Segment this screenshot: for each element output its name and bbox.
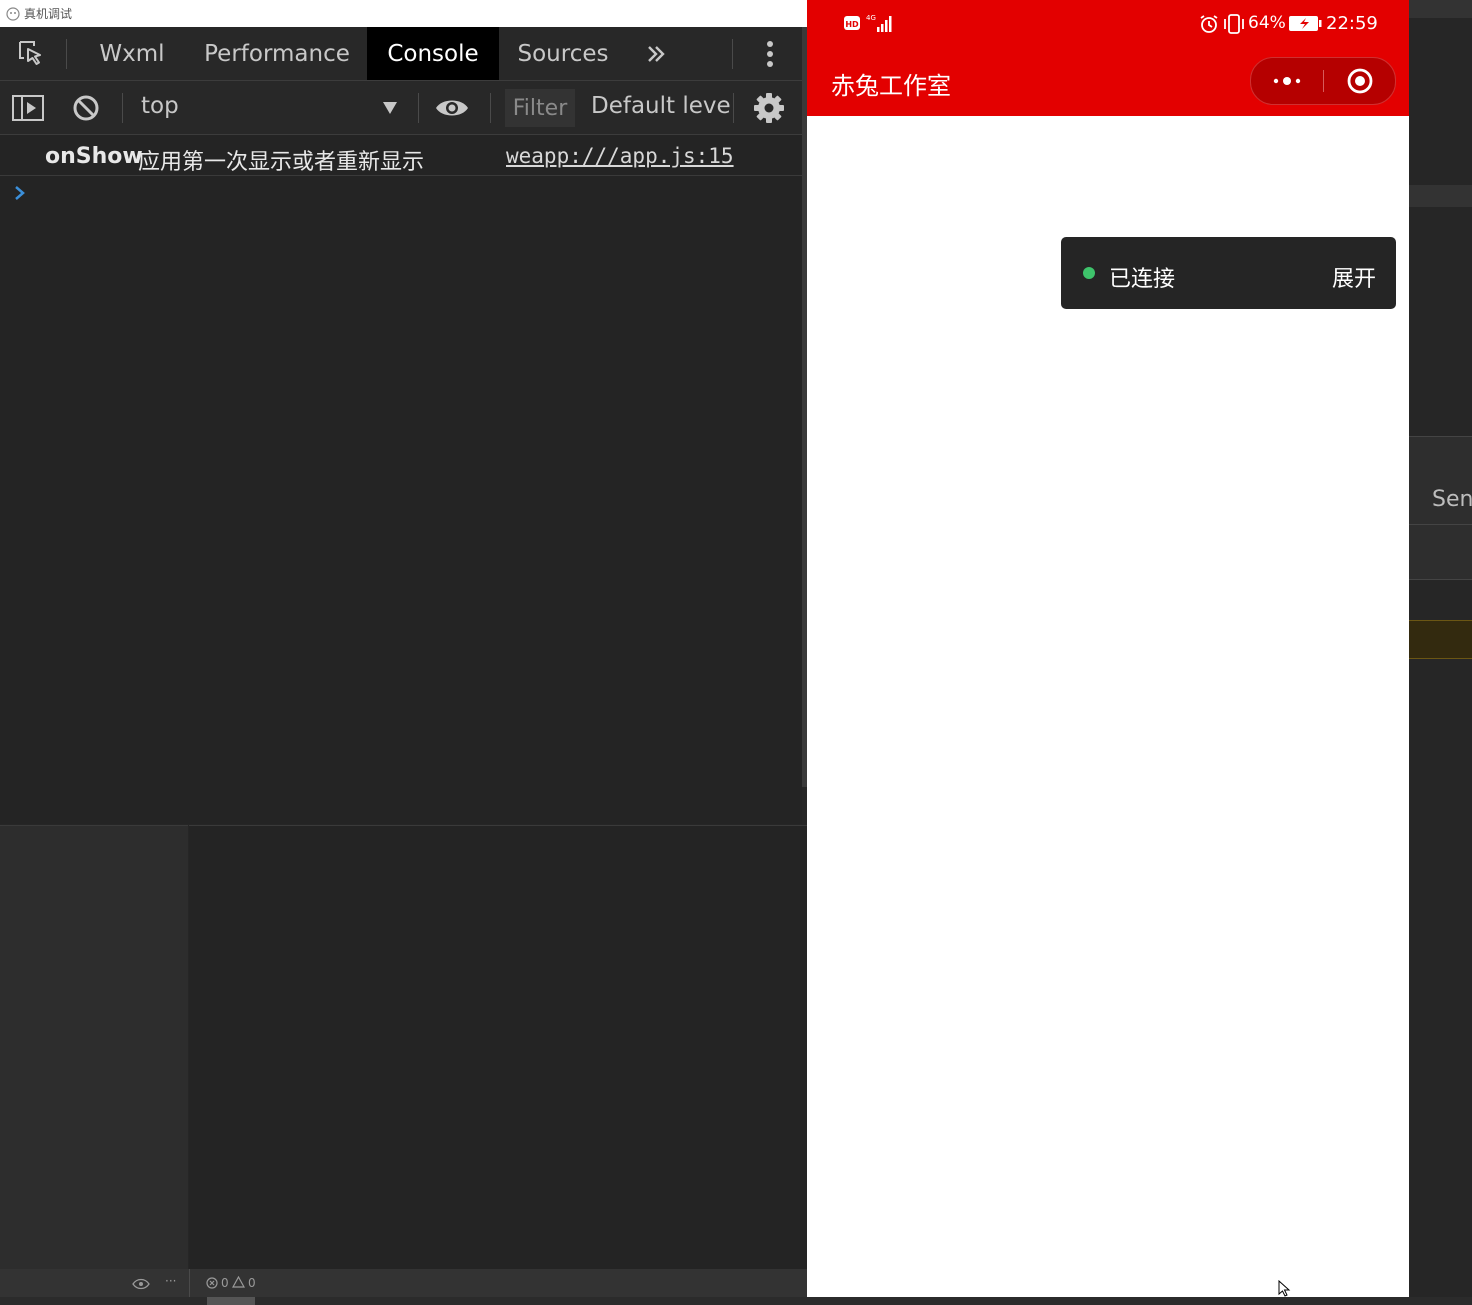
gear-icon [754, 93, 784, 123]
expand-button[interactable]: 展开 [1332, 261, 1376, 293]
error-count: 0 [221, 1276, 229, 1290]
filter-input[interactable]: Filter [505, 89, 575, 127]
warning-count: 0 [248, 1276, 256, 1290]
lower-left-panel [0, 825, 188, 1270]
more-tabs-button[interactable] [632, 27, 680, 80]
console-toolbar: top Filter Default leve [0, 81, 802, 135]
hd-icon: HD [844, 16, 860, 30]
right-panel-label[interactable]: Sen [1432, 487, 1472, 512]
live-expression-button[interactable] [434, 95, 470, 125]
context-selector[interactable]: top [130, 81, 410, 134]
capsule-close-button[interactable] [1324, 58, 1395, 104]
right-panel-divider [1409, 524, 1472, 525]
eye-icon [436, 100, 468, 116]
target-close-icon [1347, 68, 1373, 94]
vibrate-icon [1224, 14, 1244, 34]
capsule-menu [1250, 57, 1396, 105]
toolbar-divider [733, 93, 734, 123]
right-side-panel: Sen [1409, 0, 1472, 1297]
horizontal-scrollbar[interactable] [0, 1297, 1472, 1305]
context-value: top [141, 93, 179, 119]
console-prompt[interactable] [14, 182, 26, 207]
toolbar-divider [418, 93, 419, 123]
phone-status-bar: HD 4G 64% 22:59 [807, 0, 1409, 48]
tab-sources[interactable]: Sources [504, 27, 622, 80]
log-message: 应用第一次显示或者重新显示 [138, 150, 425, 175]
page-title: 赤兔工作室 [831, 72, 951, 100]
error-icon [206, 1277, 218, 1289]
log-method: onShow [45, 144, 143, 169]
svg-text:HD: HD [845, 20, 859, 29]
log-level-selector[interactable]: Default leve [591, 93, 731, 119]
console-log-entry: onShow 应用第一次显示或者重新显示 weapp:///app.js:15 [0, 135, 802, 176]
phone-preview: HD 4G 64% 22:59 赤兔工作室 已连接 展开 [807, 0, 1409, 1297]
tab-divider [66, 39, 67, 69]
double-chevron-right-icon [648, 45, 665, 62]
app-icon [6, 6, 20, 21]
scrollbar-thumb[interactable] [207, 1297, 255, 1305]
toolbar-divider [490, 93, 491, 123]
status-bar: ··· 0 0 [0, 1269, 807, 1297]
right-panel-bar [1409, 185, 1472, 207]
console-settings-button[interactable] [753, 92, 785, 128]
sidebar-toggle-icon [12, 95, 44, 121]
status-divider [189, 1269, 190, 1297]
capsule-more-button[interactable] [1251, 58, 1323, 104]
inspect-element-button[interactable] [0, 27, 62, 80]
dropdown-arrow-icon [383, 102, 397, 114]
window-title-bar: 真机调试 [0, 0, 807, 27]
clear-console-button[interactable] [72, 94, 100, 126]
alarm-icon [1200, 15, 1218, 33]
tab-divider [732, 39, 733, 69]
devtools-panel: Wxml Performance Console Sources top Fil… [0, 27, 802, 824]
mini-program-nav-bar: 赤兔工作室 [807, 48, 1409, 116]
connection-status-dot [1083, 267, 1095, 279]
signal-icon: 4G [866, 14, 892, 32]
window-title: 真机调试 [24, 7, 73, 21]
more-icon[interactable]: ··· [165, 1274, 176, 1288]
battery-percent: 64% [1248, 13, 1286, 33]
vertical-dots-icon [767, 40, 773, 67]
debug-connection-toast: 已连接 展开 [1061, 237, 1396, 309]
tab-console[interactable]: Console [367, 27, 499, 80]
lower-right-panel [189, 825, 807, 1270]
right-panel-highlight [1409, 620, 1472, 659]
tab-wxml[interactable]: Wxml [82, 27, 182, 80]
mouse-cursor-icon [1278, 1280, 1291, 1297]
block-icon [73, 95, 99, 121]
network-type: 4G [866, 14, 876, 22]
warning-icon [232, 1276, 245, 1288]
eye-icon[interactable] [132, 1278, 150, 1290]
right-panel-header [1409, 0, 1472, 18]
prompt-chevron-icon [15, 186, 25, 200]
devtools-tab-bar: Wxml Performance Console Sources [0, 27, 802, 81]
phone-clock: 22:59 [1326, 13, 1378, 34]
connection-status-text: 已连接 [1109, 267, 1176, 292]
cursor-select-icon [19, 40, 41, 65]
log-source-link[interactable]: weapp:///app.js:15 [506, 144, 734, 168]
devtools-menu-button[interactable] [750, 27, 790, 80]
toolbar-divider [122, 93, 123, 123]
battery-icon [1289, 16, 1322, 31]
more-dots-icon [1273, 77, 1301, 85]
toggle-sidebar-button[interactable] [11, 94, 45, 126]
right-panel-section: Sen [1409, 436, 1472, 580]
tab-performance[interactable]: Performance [192, 27, 362, 80]
